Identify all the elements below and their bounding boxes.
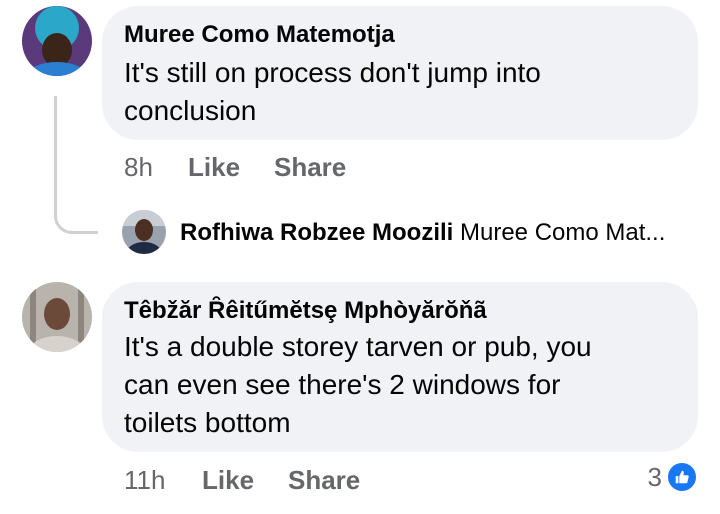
comment-timestamp[interactable]: 8h xyxy=(124,152,153,182)
share-button[interactable]: Share xyxy=(274,152,346,182)
comment-text-line: can even see there's 2 windows for xyxy=(124,369,561,400)
thread-connector xyxy=(54,96,98,234)
thumbs-up-icon xyxy=(666,461,698,493)
reaction-count: 3 xyxy=(647,461,662,492)
comment-text-line: It's a double storey tarven or pub, you xyxy=(124,331,592,362)
reply-author[interactable]: Rofhiwa Robzee Moozili xyxy=(180,219,453,246)
comment-author[interactable]: Muree Como Matemotja xyxy=(124,20,698,50)
comment-actions: 11h Like Share xyxy=(124,465,424,495)
reply-snippet: Muree Como Mat... xyxy=(460,219,666,246)
avatar-tebzar[interactable] xyxy=(22,282,92,352)
comment-bubble: Têbžăr Ȓêitűmĕtsȩ Mphòyărŏňã It's a doub… xyxy=(102,282,698,452)
comment-actions: 8h Like Share xyxy=(124,152,424,182)
comment-text-line: It's still on process don't jump into xyxy=(124,57,541,88)
comment-bubble: Muree Como Matemotja It's still on proce… xyxy=(102,6,698,140)
avatar-rofhiwa[interactable] xyxy=(122,210,166,254)
comment-text-line: conclusion xyxy=(124,95,257,126)
like-button[interactable]: Like xyxy=(202,465,254,495)
comment-text-line: toilets bottom xyxy=(124,407,291,438)
like-button[interactable]: Like xyxy=(188,152,240,182)
comment-timestamp[interactable]: 11h xyxy=(124,465,165,495)
reaction-summary[interactable]: 3 xyxy=(647,461,698,493)
reply-preview[interactable]: Rofhiwa Robzee Moozili Muree Como Mat... xyxy=(180,218,665,248)
comment-author[interactable]: Têbžăr Ȓêitűmĕtsȩ Mphòyărŏňã xyxy=(124,296,698,326)
share-button[interactable]: Share xyxy=(288,465,360,495)
avatar-muree[interactable] xyxy=(22,6,92,76)
